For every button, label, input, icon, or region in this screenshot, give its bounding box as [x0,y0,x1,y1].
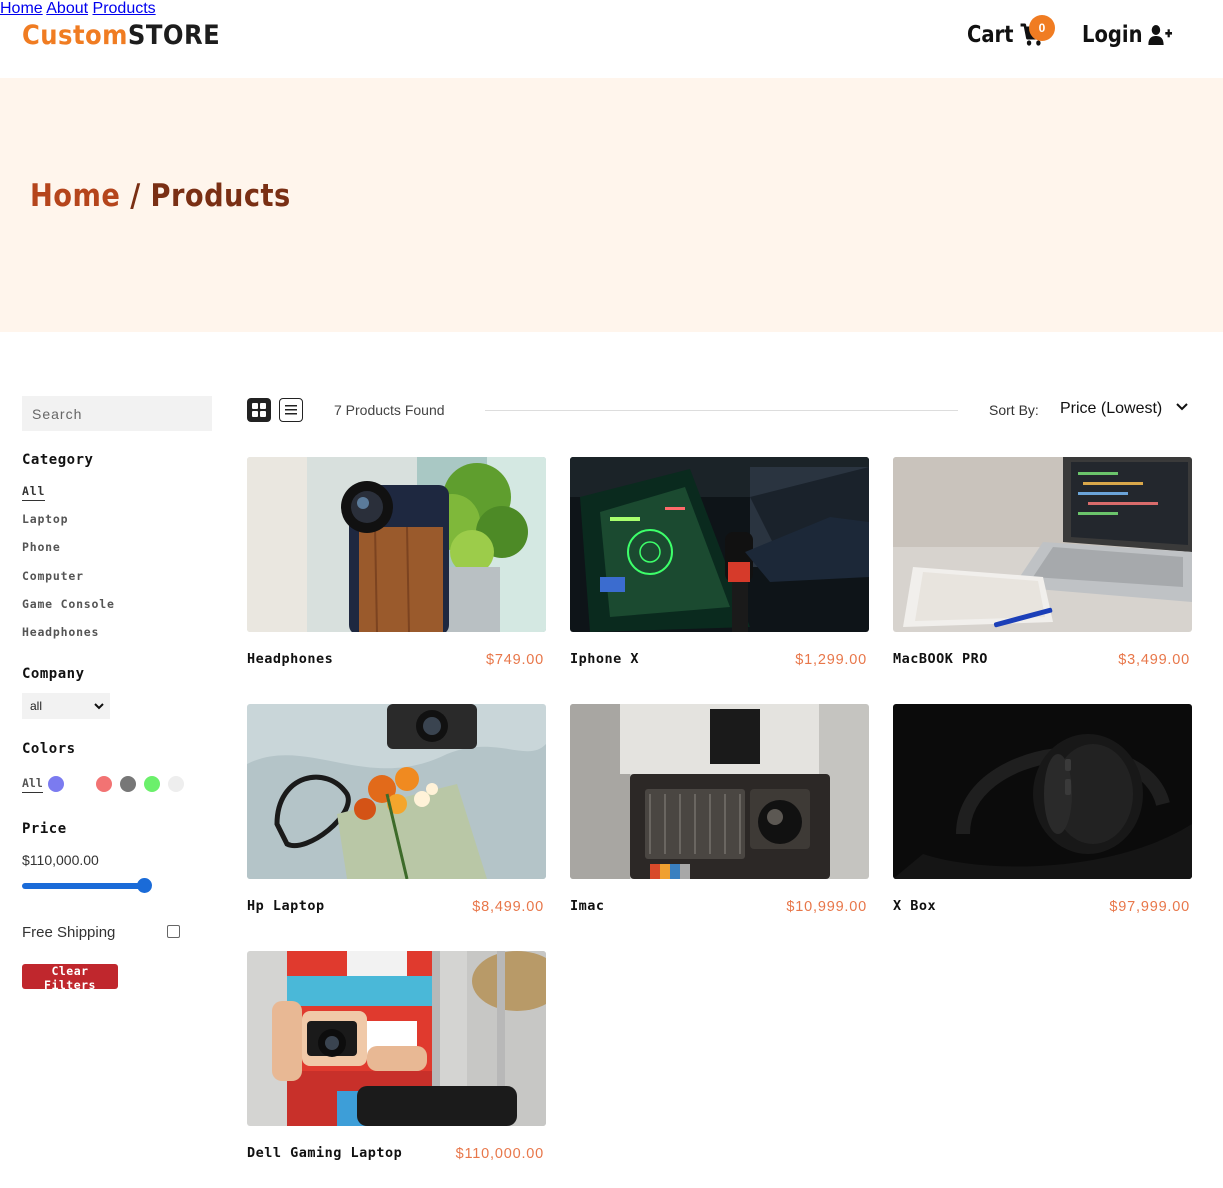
category-heading: Category [22,452,94,468]
nav-products-link[interactable]: Products [93,0,156,17]
category-game-console[interactable]: Game Console [22,597,115,611]
product-card[interactable]: Headphones $749.00 [247,457,546,668]
product-card[interactable]: MacBOOK PRO $3,499.00 [893,457,1192,668]
color-swatch-gray[interactable] [120,776,136,792]
product-price: $1,299.00 [795,652,867,668]
sort-select[interactable]: Price (Lowest) [1060,400,1162,418]
product-price: $749.00 [485,652,544,668]
product-image[interactable] [570,457,869,632]
product-name[interactable]: Imac [570,898,605,914]
company-select[interactable]: all [22,693,110,719]
grid-icon [252,403,266,417]
product-card[interactable]: Imac $10,999.00 [570,704,869,915]
breadcrumb-separator: / [120,178,151,214]
free-shipping-checkbox[interactable] [167,925,180,938]
category-computer[interactable]: Computer [22,569,84,583]
price-value: $110,000.00 [22,852,99,868]
product-card[interactable]: Hp Laptop $8,499.00 [247,704,546,915]
chevron-down-icon[interactable] [1176,403,1188,411]
price-slider-track[interactable] [22,883,148,889]
product-image[interactable] [570,704,869,879]
product-image[interactable] [893,704,1192,879]
site-header: CustomSTORE Home About Products Cart 0 L… [0,0,1223,78]
color-swatch-red[interactable] [96,776,112,792]
category-all[interactable]: All [22,484,46,501]
product-card[interactable]: Iphone X $1,299.00 [570,457,869,668]
list-view-button[interactable] [279,398,303,422]
product-price: $3,499.00 [1118,652,1190,668]
price-heading: Price [22,821,67,837]
color-swatch-white[interactable] [168,776,184,792]
sort-label: Sort By: [989,402,1039,418]
cart-count-badge: 0 [1029,15,1055,41]
color-swatch-blue[interactable] [48,776,64,792]
product-name[interactable]: Headphones [247,651,333,667]
category-headphones[interactable]: Headphones [22,625,99,639]
color-all-filter[interactable]: All [22,776,43,793]
product-price: $110,000.00 [455,1146,544,1162]
product-price: $97,999.00 [1109,899,1190,915]
category-laptop[interactable]: Laptop [22,512,68,526]
company-select-value: all [30,699,43,713]
product-name[interactable]: X Box [893,898,936,914]
page-hero: Home / Products [0,78,1223,332]
product-image[interactable] [893,457,1192,632]
store-logo[interactable]: CustomSTORE [22,20,220,51]
product-image[interactable] [247,951,546,1126]
nav-home-link[interactable]: Home [0,0,43,17]
list-icon [285,405,297,415]
company-heading: Company [22,666,85,682]
nav-about-link[interactable]: About [46,0,88,17]
login-button[interactable]: Login [1082,22,1173,48]
logo-text-custom: Custom [22,20,128,51]
breadcrumb-current: Products [150,178,291,214]
product-name[interactable]: Dell Gaming Laptop [247,1145,402,1161]
clear-filters-button[interactable]: Clear Filters [22,964,118,992]
product-name[interactable]: Hp Laptop [247,898,325,914]
colors-heading: Colors [22,741,76,757]
chevron-down-icon [94,702,104,709]
product-image[interactable] [247,704,546,879]
products-found-count: 7 Products Found [334,402,445,418]
product-price: $10,999.00 [786,899,867,915]
search-input[interactable] [22,396,212,431]
product-name[interactable]: MacBOOK PRO [893,651,988,667]
logo-text-store: STORE [127,20,221,51]
grid-view-button[interactable] [247,398,271,422]
breadcrumb-home-link[interactable]: Home [30,178,120,214]
breadcrumb: Home / Products [30,178,291,214]
product-card[interactable]: Dell Gaming Laptop $110,000.00 [247,951,546,1162]
price-slider-thumb[interactable] [137,878,152,893]
category-phone[interactable]: Phone [22,540,61,554]
user-plus-icon [1148,25,1173,45]
color-swatch-green[interactable] [144,776,160,792]
cart-label: Cart [967,22,1014,48]
product-image[interactable] [247,457,546,632]
login-label: Login [1082,22,1143,48]
product-name[interactable]: Iphone X [570,651,639,667]
free-shipping-label: Free Shipping [22,924,116,941]
product-card[interactable]: X Box $97,999.00 [893,704,1192,915]
toolbar-divider [485,410,958,411]
product-price: $8,499.00 [472,899,544,915]
